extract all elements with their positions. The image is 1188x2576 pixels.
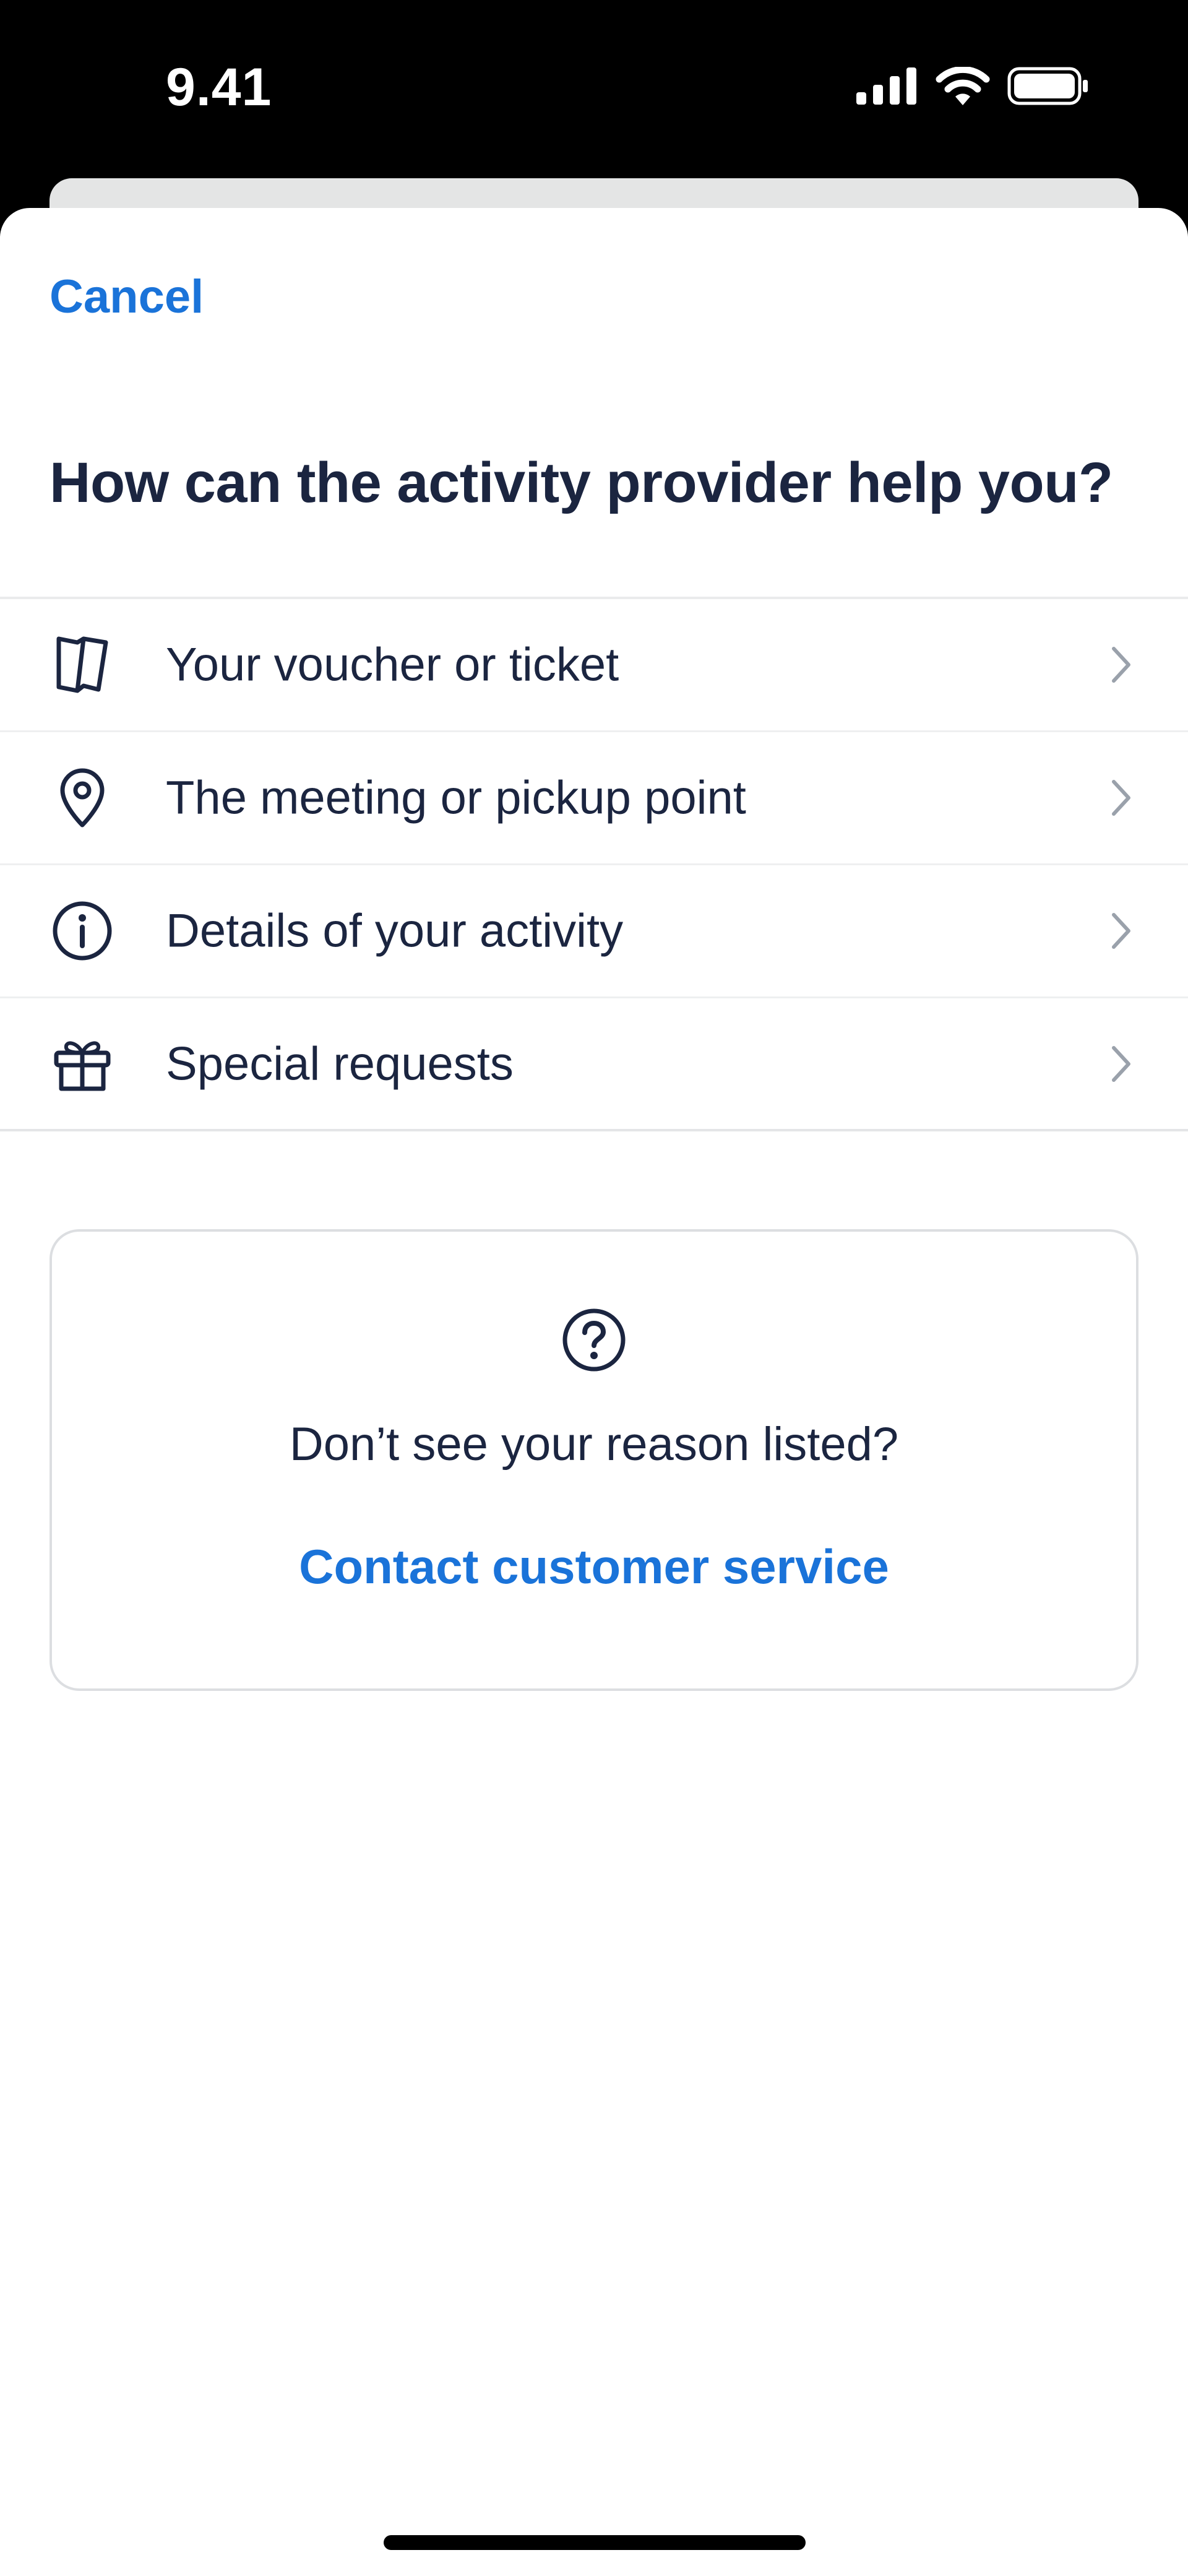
option-meeting-or-pickup-point[interactable]: The meeting or pickup point [0, 732, 1188, 865]
home-indicator[interactable] [384, 2535, 806, 2550]
status-bar: 9.41 [0, 0, 1188, 179]
chevron-right-icon [1103, 640, 1140, 689]
status-icons [856, 66, 1089, 108]
page-title: How can the activity provider help you? [50, 451, 1113, 514]
option-label: Special requests [166, 1037, 514, 1090]
ticket-icon [48, 631, 116, 699]
option-activity-details[interactable]: Details of your activity [0, 865, 1188, 998]
option-label: Details of your activity [166, 904, 624, 957]
chevron-right-icon [1103, 773, 1140, 823]
reason-options-list: Your voucher or ticket The meeting or pi… [0, 597, 1188, 1131]
modal-sheet: Cancel How can the activity provider hel… [0, 208, 1188, 2576]
gift-icon [48, 1030, 116, 1098]
contact-customer-service-link[interactable]: Contact customer service [52, 1539, 1136, 1595]
option-label: The meeting or pickup point [166, 771, 746, 824]
location-pin-icon [48, 764, 116, 832]
question-mark-icon [560, 1306, 628, 1374]
option-label: Your voucher or ticket [166, 638, 619, 691]
option-special-requests[interactable]: Special requests [0, 998, 1188, 1131]
chevron-right-icon [1103, 1039, 1140, 1089]
help-prompt-text: Don’t see your reason listed? [289, 1418, 899, 1471]
info-icon [48, 897, 116, 965]
wifi-icon [936, 66, 990, 108]
cellular-signal-icon [856, 67, 918, 108]
help-card: Don’t see your reason listed? Contact cu… [50, 1229, 1138, 1691]
cancel-button[interactable]: Cancel [50, 270, 204, 324]
chevron-right-icon [1103, 906, 1140, 956]
status-time: 9.41 [166, 58, 272, 117]
option-voucher-or-ticket[interactable]: Your voucher or ticket [0, 599, 1188, 732]
battery-icon [1007, 67, 1089, 108]
